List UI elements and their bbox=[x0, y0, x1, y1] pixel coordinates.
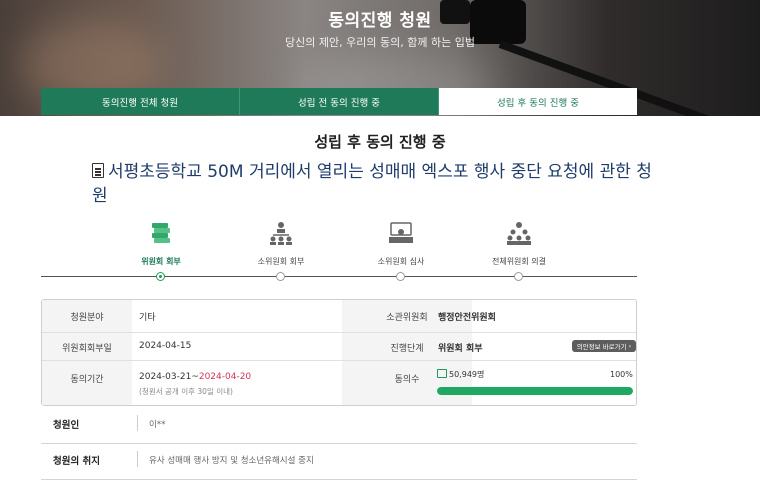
tab-before-establishment[interactable]: 성립 전 동의 진행 중 bbox=[240, 88, 439, 115]
hero-subtitle: 당신의 제안, 우리의 동의, 함께 하는 입법 bbox=[285, 36, 475, 49]
step-committee-referral: 위원회 회부 bbox=[91, 220, 231, 281]
step-label: 소위원회 회부 bbox=[257, 257, 305, 266]
petitioner-value: 이** bbox=[149, 420, 166, 430]
subcommittee-icon bbox=[270, 222, 292, 245]
purpose-row: 청원의 취지 유사 성매매 행사 방지 및 청소년유해시설 중지 bbox=[41, 440, 637, 480]
committee-value: 행정안전위원회 bbox=[438, 313, 496, 323]
petition-info-table: 청원분야 기타 소관위원회 행정안전위원회 위원회회부일 2024-04-15 … bbox=[41, 299, 637, 406]
step-label: 전체위원회 의결 bbox=[491, 257, 547, 266]
agree-percent: 100% bbox=[610, 370, 633, 379]
purpose-value: 유사 성매매 행사 방지 및 청소년유해시설 중지 bbox=[149, 456, 314, 466]
row-separator bbox=[137, 415, 138, 431]
thumbs-up-icon bbox=[437, 369, 447, 378]
petitioner-row: 청원인 이** bbox=[41, 404, 637, 444]
tab-after-establishment[interactable]: 성립 후 동의 진행 중 bbox=[439, 88, 637, 115]
row-divider bbox=[42, 360, 636, 361]
period-note: (청원서 공개 이후 30일 이내) bbox=[139, 387, 233, 396]
status-tabs: 동의진행 전체 청원 성립 전 동의 진행 중 성립 후 동의 진행 중 bbox=[41, 88, 637, 115]
referral-date-value: 2024-04-15 bbox=[139, 341, 192, 351]
row-divider bbox=[42, 332, 636, 333]
agree-progress-fill bbox=[437, 387, 633, 395]
row-separator bbox=[137, 451, 138, 467]
plenary-icon bbox=[507, 222, 531, 245]
committee-icon bbox=[152, 223, 170, 243]
step-label: 위원회 회부 bbox=[141, 257, 181, 266]
petition-title: 서평초등학교 50M 거리에서 열리는 성매매 엑스포 행사 중단 요청에 관한… bbox=[92, 160, 652, 208]
step-dot bbox=[396, 272, 405, 281]
step-subcommittee-referral: 소위원회 회부 bbox=[211, 220, 351, 281]
step-dot bbox=[156, 272, 165, 281]
period-label: 동의기간 bbox=[70, 375, 104, 385]
period-separator: ~ bbox=[191, 372, 199, 382]
period-start: 2024-03-21 bbox=[139, 372, 192, 382]
field-label: 청원분야 bbox=[70, 313, 104, 323]
bill-info-shortcut-label: 의안정보 바로가기 bbox=[576, 343, 627, 351]
step-plenary-vote: 전체위원회 의결 bbox=[449, 220, 589, 281]
purpose-label: 청원의 취지 bbox=[53, 456, 101, 467]
referral-date-label: 위원회회부일 bbox=[62, 344, 112, 354]
progress-steps: 위원회 회부 소위원회 회부 소위원회 심사 전체위원회 의결 bbox=[41, 220, 637, 284]
agree-count-text: 50,949명 bbox=[449, 370, 485, 379]
period-end: 2024-04-20 bbox=[198, 372, 252, 382]
agree-count: 50,949명 bbox=[437, 369, 484, 380]
review-icon bbox=[389, 222, 413, 243]
stage-value: 위원회 회부 bbox=[438, 344, 483, 354]
bill-info-shortcut-button[interactable]: 의안정보 바로가기 › bbox=[572, 340, 636, 352]
petitioner-label: 청원인 bbox=[53, 420, 80, 431]
petition-title-text: 서평초등학교 50M 거리에서 열리는 성매매 엑스포 행사 중단 요청에 관한… bbox=[92, 162, 652, 206]
step-dot bbox=[514, 272, 523, 281]
document-icon bbox=[92, 163, 104, 178]
agree-progress-bar bbox=[437, 387, 633, 395]
section-title: 성립 후 동의 진행 중 bbox=[314, 133, 446, 151]
steps-line bbox=[41, 276, 637, 277]
period-value: 2024-03-21~2024-04-20 bbox=[139, 372, 251, 382]
tab-all-petitions[interactable]: 동의진행 전체 청원 bbox=[41, 88, 240, 115]
field-value: 기타 bbox=[139, 313, 156, 323]
hero-title: 동의진행 청원 bbox=[328, 11, 432, 31]
step-dot bbox=[276, 272, 285, 281]
